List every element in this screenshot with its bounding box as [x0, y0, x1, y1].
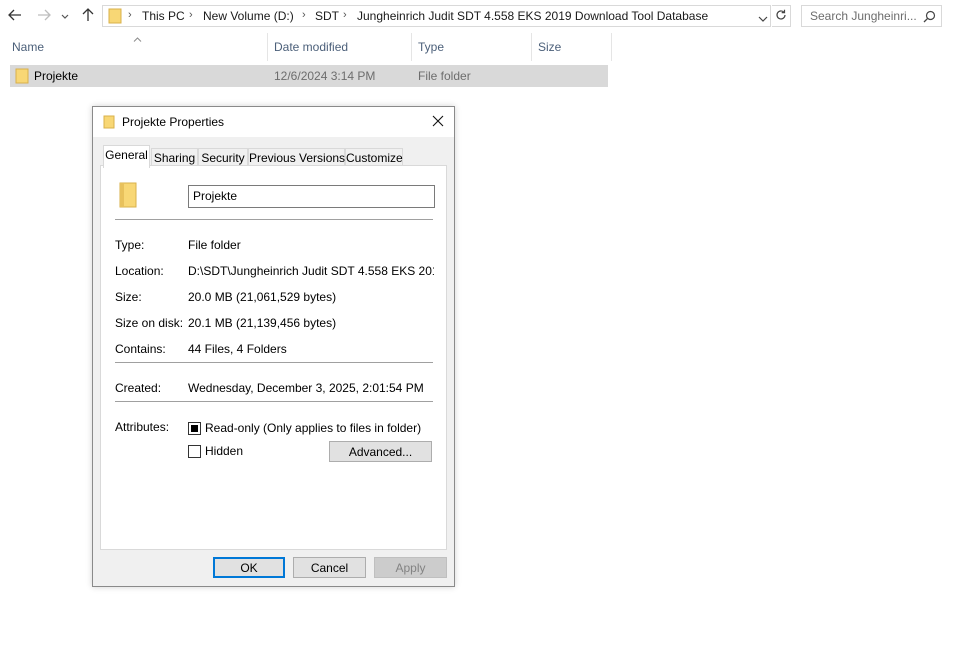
size-on-disk-value: 20.1 MB (21,139,456 bytes) — [188, 316, 337, 330]
search-input[interactable]: Search Jungheinri... — [801, 5, 942, 27]
divider — [115, 401, 433, 402]
dialog-titlebar[interactable]: Projekte Properties — [93, 107, 454, 137]
properties-dialog: Projekte Properties General Sharing Secu… — [92, 106, 455, 587]
breadcrumb-separator-icon[interactable]: › — [302, 9, 306, 21]
column-header-size[interactable]: Size — [538, 40, 561, 54]
breadcrumb-separator-icon[interactable]: › — [189, 9, 193, 21]
column-header-name[interactable]: Name — [12, 40, 44, 54]
type-value: File folder — [188, 238, 241, 252]
type-label: Type: — [115, 238, 145, 252]
dialog-title: Projekte Properties — [122, 115, 225, 129]
search-placeholder: Search Jungheinri... — [810, 9, 917, 23]
breadcrumb-sdt[interactable]: SDT — [315, 9, 339, 23]
chevron-down-icon — [61, 9, 69, 23]
arrow-right-icon — [37, 9, 51, 24]
divider — [115, 362, 433, 363]
address-dropdown-icon[interactable] — [758, 12, 768, 26]
column-header-date-modified[interactable]: Date modified — [274, 40, 348, 54]
attributes-label: Attributes: — [115, 420, 170, 434]
column-divider[interactable] — [611, 33, 612, 61]
breadcrumb-separator-icon: › — [128, 9, 132, 21]
folder-large-icon — [118, 181, 140, 212]
file-name: Projekte — [34, 69, 79, 83]
tab-general[interactable]: General — [103, 145, 150, 168]
up-button[interactable] — [78, 6, 98, 26]
ok-button[interactable]: OK — [213, 557, 285, 578]
size-value: 20.0 MB (21,061,529 bytes) — [188, 290, 337, 304]
file-type: File folder — [418, 69, 471, 83]
created-value: Wednesday, December 3, 2025, 2:01:54 PM — [188, 381, 424, 395]
readonly-label[interactable]: Read-only (Only applies to files in fold… — [205, 421, 421, 435]
sort-ascending-icon — [133, 31, 142, 45]
column-header-type[interactable]: Type — [418, 40, 444, 54]
column-divider[interactable] — [411, 33, 412, 61]
close-button[interactable] — [427, 113, 449, 131]
divider — [115, 219, 433, 220]
advanced-button[interactable]: Advanced... — [329, 441, 432, 462]
contains-value: 44 Files, 4 Folders — [188, 342, 287, 356]
recent-locations-button[interactable] — [58, 6, 72, 26]
folder-icon — [15, 68, 29, 87]
apply-button[interactable]: Apply — [374, 557, 447, 578]
address-bar[interactable]: › This PC › New Volume (D:) › SDT › Jung… — [102, 5, 771, 27]
location-value[interactable]: D:\SDT\Jungheinrich Judit SDT 4.558 EKS … — [188, 264, 434, 278]
breadcrumb-new-volume[interactable]: New Volume (D:) — [203, 9, 294, 23]
general-panel: Projekte Type: File folder Location: D:\… — [100, 165, 447, 550]
file-row[interactable]: Projekte 12/6/2024 3:14 PM File folder — [10, 65, 608, 87]
folder-icon — [103, 115, 115, 132]
hidden-label[interactable]: Hidden — [205, 444, 243, 458]
file-date-modified: 12/6/2024 3:14 PM — [274, 69, 376, 83]
created-label: Created: — [115, 381, 162, 395]
arrow-left-icon — [8, 9, 22, 24]
location-label: Location: — [115, 264, 164, 278]
breadcrumb-this-pc[interactable]: This PC — [142, 9, 185, 23]
breadcrumb-current-folder[interactable]: Jungheinrich Judit SDT 4.558 EKS 2019 Do… — [357, 9, 708, 23]
column-divider[interactable] — [267, 33, 268, 61]
hidden-checkbox[interactable] — [188, 445, 201, 458]
forward-button[interactable] — [34, 6, 54, 26]
close-icon — [432, 115, 444, 130]
size-on-disk-label: Size on disk: — [115, 316, 184, 330]
refresh-button[interactable] — [772, 5, 791, 27]
folder-name-field[interactable]: Projekte — [188, 185, 435, 208]
refresh-icon — [775, 9, 787, 24]
contains-label: Contains: — [115, 342, 166, 356]
size-label: Size: — [115, 290, 142, 304]
search-icon[interactable] — [923, 10, 936, 26]
breadcrumb-separator-icon[interactable]: › — [343, 9, 347, 21]
cancel-button[interactable]: Cancel — [293, 557, 366, 578]
arrow-up-icon — [82, 7, 94, 25]
back-button[interactable] — [5, 6, 25, 26]
column-divider[interactable] — [531, 33, 532, 61]
readonly-checkbox[interactable] — [188, 422, 201, 435]
folder-icon — [108, 8, 122, 27]
